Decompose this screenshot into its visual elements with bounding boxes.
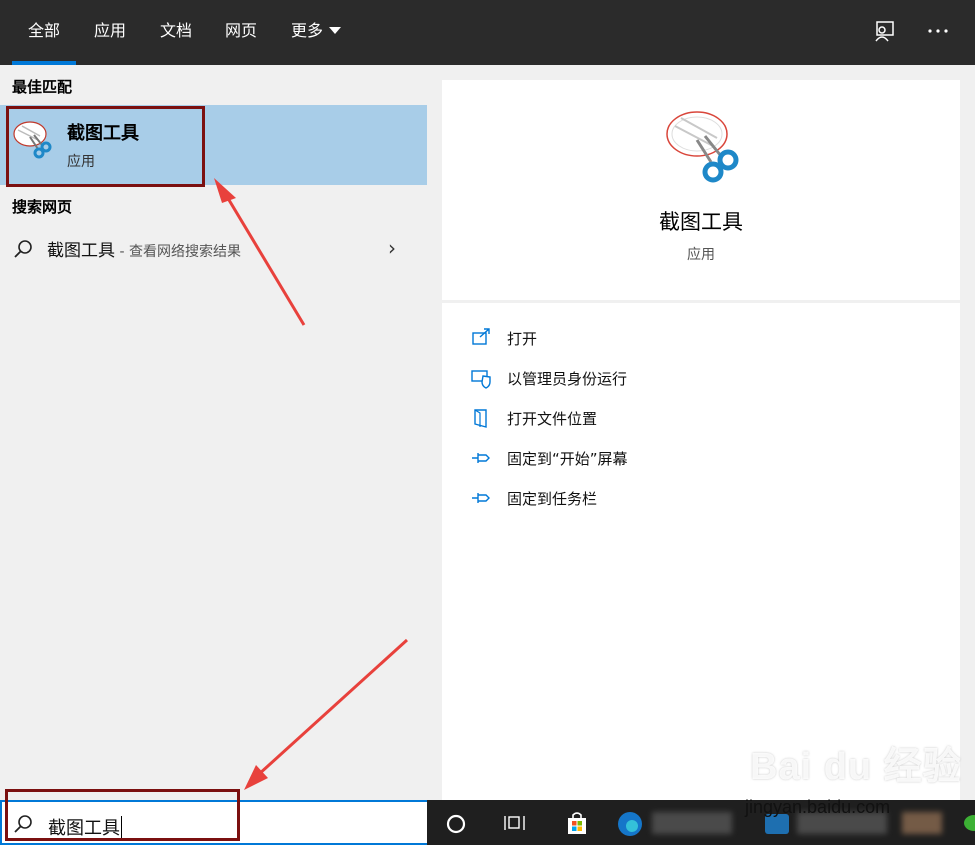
tab-web[interactable]: 网页: [215, 0, 267, 65]
action-pin-to-taskbar[interactable]: 固定到任务栏: [470, 483, 770, 513]
app-icon[interactable]: [762, 810, 792, 842]
best-match-item[interactable]: 截图工具 应用: [0, 105, 427, 185]
action-open-file-location[interactable]: 打开文件位置: [470, 403, 770, 433]
best-match-type: 应用: [67, 154, 95, 170]
action-run-as-admin[interactable]: 以管理员身份运行: [470, 363, 770, 393]
web-search-heading: 搜索网页: [12, 198, 73, 216]
web-search-result[interactable]: 截图工具 - 查看网络搜索结果 ›: [0, 228, 427, 268]
search-icon: [12, 238, 34, 264]
pin-icon: [472, 453, 490, 463]
search-input[interactable]: 截图工具: [0, 800, 427, 845]
blurred-taskbar-app: [902, 812, 942, 834]
tab-documents-label: 文档: [159, 21, 192, 40]
search-input-value: 截图工具: [48, 818, 120, 839]
blurred-taskbar-apps: [652, 812, 732, 834]
snipping-tool-icon: [12, 119, 54, 165]
cortana-icon[interactable]: [445, 813, 467, 839]
results-panel: 最佳匹配 截图工具 应用 搜索网页 截图工具 - 查看网络搜索结果 ›: [0, 65, 427, 800]
action-open[interactable]: 打开: [470, 323, 770, 353]
action-run-as-admin-label: 以管理员身份运行: [507, 370, 628, 388]
snipping-tool-large-icon: [663, 106, 743, 190]
detail-app-type: 应用: [687, 247, 715, 263]
shield-icon: [471, 370, 491, 389]
detail-panel: 截图工具 应用 打开 以管理员身份运行 打开文件位置 固定到“开始”屏幕 固定到…: [427, 65, 975, 800]
chevron-down-icon: [329, 27, 341, 34]
text-cursor: [121, 816, 122, 838]
tab-web-label: 网页: [224, 21, 257, 40]
open-icon: [472, 328, 490, 345]
search-icon: [12, 813, 34, 839]
best-match-heading: 最佳匹配: [12, 78, 73, 96]
web-result-hint: - 查看网络搜索结果: [115, 244, 241, 260]
pin-icon: [472, 493, 490, 503]
detail-app-name: 截图工具: [659, 210, 743, 234]
chevron-right-icon[interactable]: ›: [388, 236, 396, 260]
action-pin-to-start[interactable]: 固定到“开始”屏幕: [470, 443, 770, 473]
actions-card: 打开 以管理员身份运行 打开文件位置 固定到“开始”屏幕 固定到任务栏: [442, 303, 960, 800]
tab-documents[interactable]: 文档: [150, 0, 202, 65]
app-detail-card: 截图工具 应用: [442, 80, 960, 300]
file-location-icon: [474, 409, 487, 428]
action-open-file-location-label: 打开文件位置: [507, 410, 598, 428]
tab-all[interactable]: 全部: [12, 0, 76, 65]
web-result-query: 截图工具: [47, 241, 115, 261]
best-match-name: 截图工具: [67, 123, 139, 144]
blurred-taskbar-apps: [797, 812, 887, 834]
microsoft-store-icon[interactable]: [564, 810, 590, 840]
more-options-icon[interactable]: [923, 16, 953, 46]
tab-more-label: 更多: [290, 21, 323, 40]
tab-apps[interactable]: 应用: [84, 0, 136, 65]
feedback-icon[interactable]: [870, 16, 900, 46]
action-pin-to-start-label: 固定到“开始”屏幕: [507, 450, 628, 468]
action-pin-to-taskbar-label: 固定到任务栏: [507, 490, 598, 508]
tab-apps-label: 应用: [93, 21, 126, 40]
tab-more-dropdown[interactable]: 更多: [280, 0, 352, 65]
search-filter-bar: 全部 应用 文档 网页 更多: [0, 0, 975, 65]
edge-browser-icon[interactable]: [615, 810, 645, 842]
taskbar: [427, 800, 975, 845]
wechat-icon[interactable]: [962, 812, 975, 838]
action-open-label: 打开: [507, 330, 538, 348]
tab-all-label: 全部: [27, 21, 60, 40]
task-view-icon[interactable]: [503, 812, 527, 838]
